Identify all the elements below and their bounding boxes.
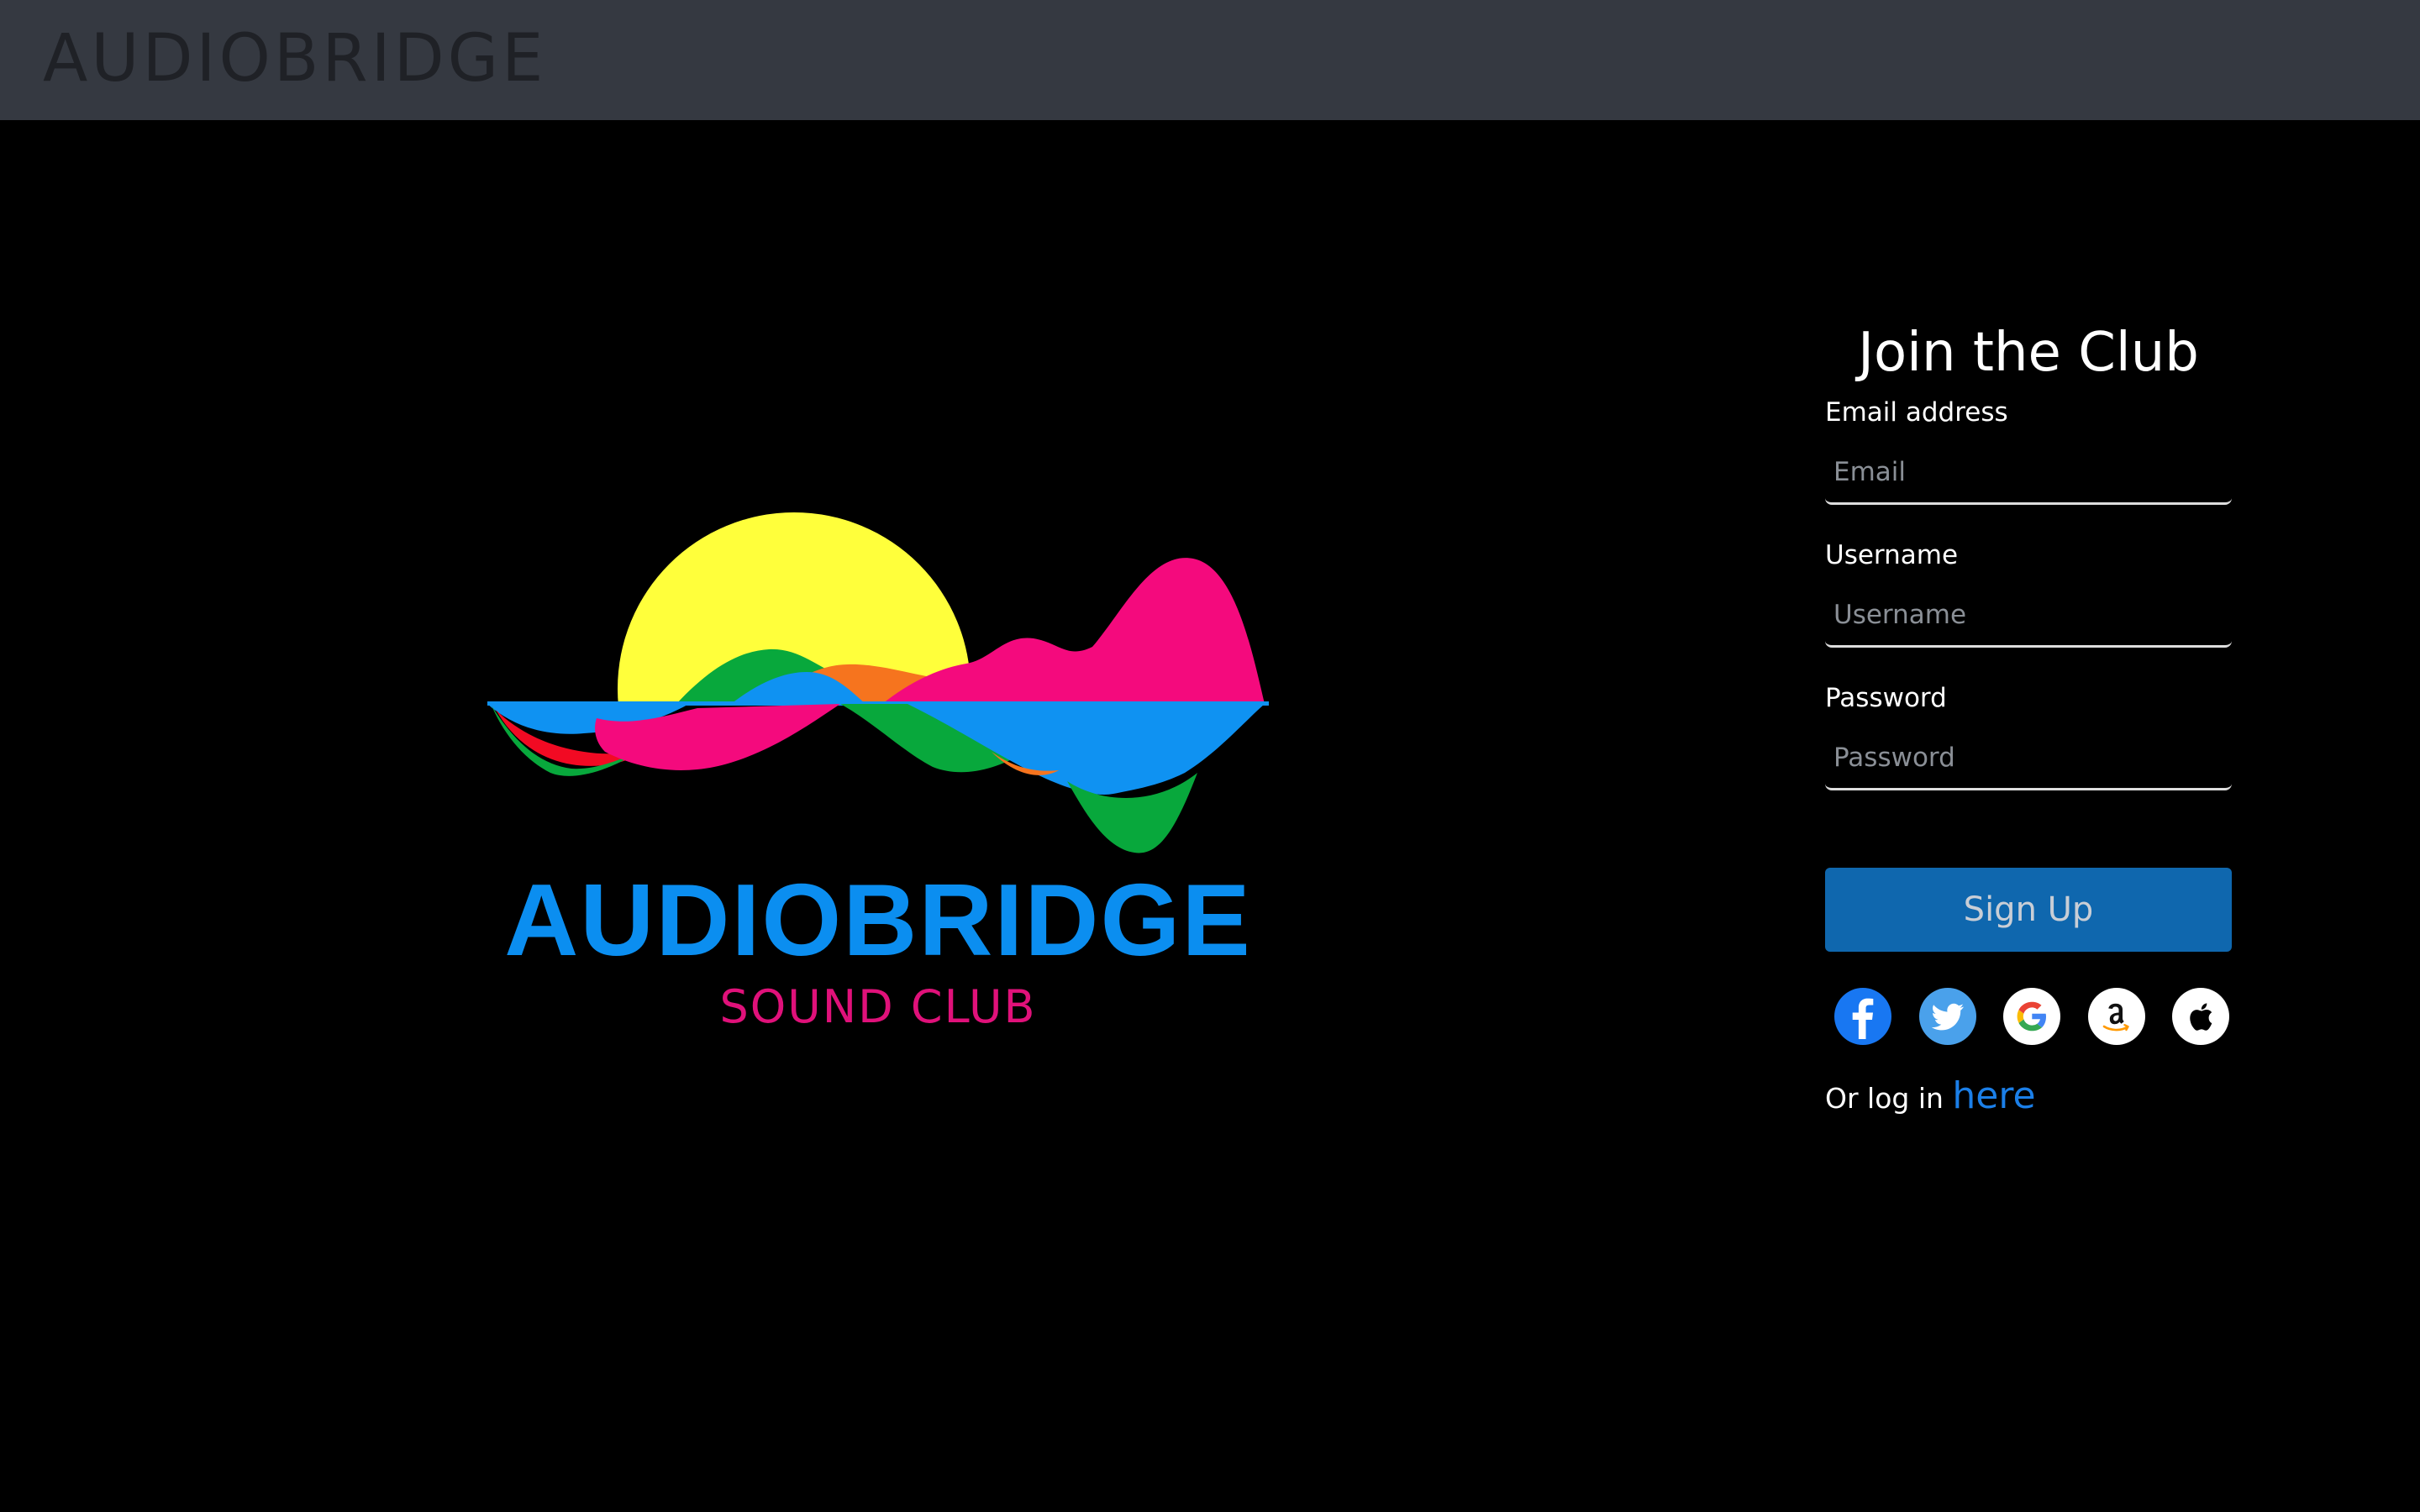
brand-name[interactable]: AUDIOBRIDGE: [43, 17, 546, 101]
logo-title: AUDIOBRIDGE: [504, 863, 1252, 977]
apple-icon: [2172, 988, 2229, 1045]
login-prompt: Or log in here: [1825, 1071, 2232, 1124]
google-icon: [2003, 988, 2060, 1045]
amazon-login-button[interactable]: [2087, 987, 2146, 1046]
email-input[interactable]: [1825, 441, 2232, 505]
signup-form: Join the Club Email address Username Pas…: [1825, 315, 2232, 1124]
username-input[interactable]: [1825, 584, 2232, 648]
password-input[interactable]: [1825, 727, 2232, 790]
email-label: Email address: [1825, 397, 2008, 428]
twitter-login-button[interactable]: [1918, 987, 1977, 1046]
facebook-icon: [1834, 988, 1891, 1045]
sound-wave-logo-graphic: [487, 512, 1269, 874]
password-label: Password: [1825, 683, 1947, 713]
sign-up-button[interactable]: Sign Up: [1825, 868, 2232, 952]
apple-login-button[interactable]: [2171, 987, 2230, 1046]
google-login-button[interactable]: [2002, 987, 2061, 1046]
username-label: Username: [1825, 540, 1959, 570]
amazon-icon: [2087, 988, 2145, 1045]
signup-heading: Join the Club: [1858, 322, 2199, 384]
login-here-link[interactable]: here: [1952, 1074, 2035, 1117]
login-prompt-text: Or log in: [1825, 1082, 1944, 1115]
social-login-buttons: [1833, 987, 2230, 1046]
logo-subtitle: SOUND CLUB: [719, 980, 1037, 1033]
facebook-login-button[interactable]: [1833, 987, 1892, 1046]
audiobridge-logo: AUDIOBRIDGE SOUND CLUB: [487, 500, 1269, 1042]
twitter-icon: [1918, 988, 1976, 1045]
top-navbar: AUDIOBRIDGE: [0, 0, 2420, 120]
